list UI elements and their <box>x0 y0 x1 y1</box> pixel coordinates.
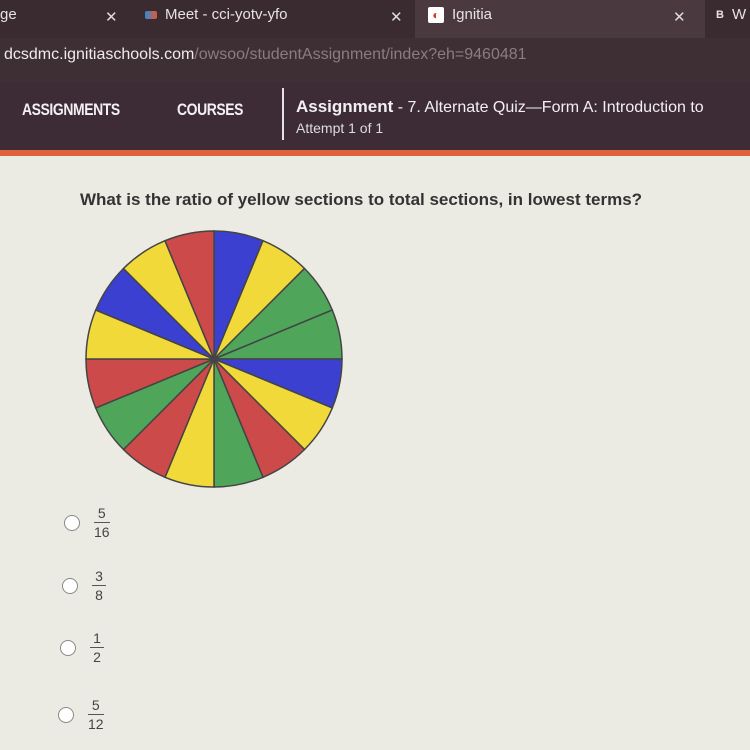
denominator: 12 <box>88 716 104 732</box>
radio-button[interactable] <box>60 639 76 656</box>
fraction-bar <box>88 714 104 715</box>
radio-button[interactable] <box>64 514 80 531</box>
denominator: 16 <box>94 524 110 540</box>
tab-label: Meet - cci-yotv-yfo <box>165 6 288 23</box>
fraction: 5 16 <box>94 505 110 540</box>
close-icon[interactable]: ✕ <box>673 8 686 26</box>
tab-label: Ignitia <box>452 6 493 23</box>
url-host: dcsdmc.ignitiaschools.com <box>4 46 195 63</box>
assignment-label: Assignment <box>296 97 394 116</box>
pie-center <box>210 355 218 363</box>
close-icon[interactable]: ✕ <box>390 8 403 26</box>
fraction: 5 12 <box>88 697 104 732</box>
ignitia-icon: ◐ <box>428 6 444 23</box>
browser-tab-bar: ge ✕ Meet - cci-yotv-yfo ✕ ◐ Ignitia ✕ BW <box>0 0 750 38</box>
radio-button[interactable] <box>62 577 78 594</box>
answer-option[interactable]: 12 <box>60 630 104 665</box>
address-bar[interactable]: dcsdmc.ignitiaschools.com/owsoo/studentA… <box>0 38 750 82</box>
tab-label: W <box>731 6 747 23</box>
fraction: 38 <box>92 568 106 603</box>
numerator: 5 <box>91 697 100 713</box>
numerator: 1 <box>93 630 101 646</box>
question-text: What is the ratio of yellow sections to … <box>80 190 643 209</box>
tab-page[interactable]: ge <box>0 6 17 23</box>
url-path: /owsoo/studentAssignment/index?eh=946048… <box>194 46 527 63</box>
attempt-text: Attempt 1 of 1 <box>296 120 384 136</box>
nav-courses[interactable]: COURSES <box>177 100 243 120</box>
tab-other[interactable]: BW <box>716 6 746 23</box>
fraction-bar <box>90 647 104 648</box>
tab-label: ge <box>0 6 17 23</box>
assignment-title: Assignment - 7. Alternate Quiz—Form A: I… <box>296 97 704 117</box>
fraction-bar <box>94 522 110 523</box>
answer-option[interactable]: 5 12 <box>58 697 104 732</box>
top-nav: ASSIGNMENTS COURSES Assignment - 7. Alte… <box>0 82 750 152</box>
answer-option[interactable]: 38 <box>62 568 106 603</box>
radio-button[interactable] <box>58 706 74 723</box>
denominator: 2 <box>93 649 101 665</box>
meet-icon <box>145 10 157 19</box>
numerator: 5 <box>97 505 106 521</box>
assignment-name: - 7. Alternate Quiz—Form A: Introduction… <box>393 99 704 116</box>
tab-ignitia[interactable]: ◐ Ignitia <box>428 6 492 23</box>
divider <box>282 88 284 140</box>
close-icon[interactable]: ✕ <box>105 8 118 26</box>
fraction-bar <box>92 585 106 586</box>
accent-bar <box>0 150 750 156</box>
spinner-image <box>85 230 343 488</box>
numerator: 3 <box>95 568 103 584</box>
fraction: 12 <box>90 630 104 665</box>
denominator: 8 <box>95 587 103 603</box>
bold-b-icon: B <box>716 8 724 21</box>
nav-assignments[interactable]: ASSIGNMENTS <box>22 100 120 120</box>
answer-option[interactable]: 5 16 <box>64 505 110 540</box>
tab-meet[interactable]: Meet - cci-yotv-yfo <box>145 6 288 23</box>
